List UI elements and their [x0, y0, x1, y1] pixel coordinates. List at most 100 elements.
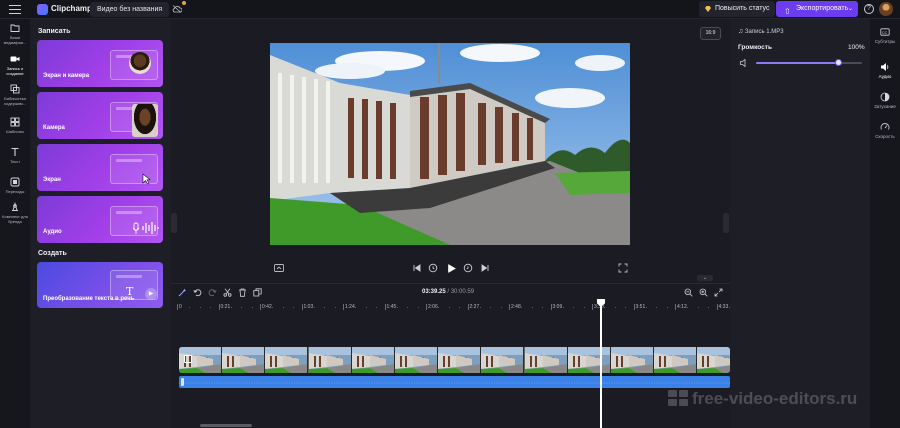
play-icon: ▶: [145, 288, 157, 300]
sidebar-item-templates[interactable]: Шаблоны: [0, 117, 30, 134]
sidebar-item-transitions[interactable]: Переходы: [0, 177, 30, 194]
collapse-timeline-icon[interactable]: ⌄: [697, 275, 713, 281]
app-name: Clipchamp: [51, 4, 92, 13]
ruler-tick-label: 2:06: [428, 304, 438, 310]
sidebar-item-text[interactable]: Текст: [0, 147, 30, 164]
camera-card[interactable]: Камера: [37, 92, 163, 139]
record-create-panel: Записать Экран и камера Камера Экран Ауд…: [30, 19, 171, 428]
ruler-minor-tick: [324, 307, 326, 308]
top-bar: Clipchamp Видео без названия Повысить ст…: [0, 0, 900, 19]
trash-icon[interactable]: [238, 288, 247, 297]
ruler-minor-tick: [334, 307, 336, 308]
right-panel-collapse-handle[interactable]: [723, 213, 729, 233]
video-thumbnail: [438, 347, 482, 373]
forward-5s-icon[interactable]: [463, 263, 473, 273]
sidebar-item-content-library[interactable]: Библиотека содержим...: [0, 84, 30, 106]
timeline-ruler[interactable]: 0 0:21 0:42 1:03 1:24 1:45 2:06 2:27 2:48 3:09 3:3…: [171, 301, 730, 315]
timeline-scrollbar[interactable]: [200, 424, 252, 427]
tab-fade[interactable]: Затухание: [870, 92, 900, 109]
scissors-icon[interactable]: [223, 288, 232, 297]
volume-slider-handle[interactable]: [835, 59, 843, 66]
menu-icon[interactable]: [9, 5, 21, 14]
left-panel-collapse-handle[interactable]: [171, 213, 177, 233]
ruler-tick-label: 1:03: [303, 304, 314, 310]
export-button[interactable]: ⇧ Экспортировать ⌄: [776, 1, 858, 17]
ruler-minor-tick: [459, 307, 461, 308]
sidebar-item-media[interactable]: Ваши медиафаи...: [0, 23, 30, 45]
ruler-tick-label: 4:33: [718, 304, 729, 310]
ruler-minor-tick: [708, 307, 710, 308]
ruler-minor-tick: [272, 307, 274, 308]
ruler-minor-tick: [417, 307, 419, 308]
ruler-minor-tick: [376, 307, 378, 308]
fullscreen-icon[interactable]: [618, 263, 628, 273]
cloud-sync-icon[interactable]: [172, 5, 182, 13]
duplicate-icon[interactable]: [253, 288, 262, 297]
screen-card[interactable]: Экран: [37, 144, 163, 191]
ruler-tick-mark: [384, 304, 386, 310]
audio-card[interactable]: Аудио: [37, 196, 163, 243]
tab-label: Затухание: [874, 104, 896, 109]
rewind-5s-icon[interactable]: [428, 263, 438, 273]
upgrade-label: Повысить статус: [715, 5, 770, 12]
sidebar-item-record[interactable]: Запись и создание: [0, 54, 30, 76]
help-icon[interactable]: ?: [864, 4, 874, 14]
ruler-minor-tick: [241, 307, 243, 308]
ruler-minor-tick: [573, 307, 575, 308]
upload-icon: ⇧: [784, 7, 791, 16]
diamond-icon: [705, 6, 711, 12]
sidebar-item-label: Библиотека содержим...: [4, 96, 26, 106]
zoom-in-icon[interactable]: [699, 288, 708, 297]
tab-label: Аудио: [878, 74, 892, 79]
ruler-tick-mark: [467, 304, 469, 310]
tab-captions[interactable]: CC Субтитры: [870, 27, 900, 44]
record-icon: [10, 56, 20, 62]
speaker-icon[interactable]: [740, 59, 749, 67]
playhead[interactable]: [600, 300, 602, 428]
fit-timeline-icon[interactable]: [714, 288, 723, 297]
volume-slider[interactable]: [756, 59, 862, 66]
ruler-minor-tick: [542, 307, 544, 308]
tab-speed[interactable]: Скорость: [870, 122, 900, 139]
text-to-speech-card[interactable]: T ▶ Преобразование текста в речь: [37, 262, 163, 308]
sidebar-item-label: Ваши медиафаи...: [3, 35, 27, 45]
avatar[interactable]: [879, 2, 893, 16]
sidebar-item-label: Шаблоны: [6, 129, 24, 134]
properties-panel: ♫ Запись 1.MP3 Громкость 100%: [730, 19, 870, 428]
project-name-field[interactable]: Видео без названия: [90, 2, 170, 17]
clipchamp-logo: [37, 4, 48, 15]
video-thumbnail: [481, 347, 525, 373]
play-icon[interactable]: [446, 263, 457, 274]
redo-icon[interactable]: [208, 288, 217, 297]
sidebar-item-label: Запись и создание: [6, 66, 24, 76]
captions-icon: CC: [880, 28, 890, 36]
zoom-out-icon[interactable]: [684, 288, 693, 297]
undo-icon[interactable]: [193, 288, 202, 297]
export-label: Экспортировать: [796, 5, 849, 12]
ruler-minor-tick: [479, 307, 481, 308]
skip-back-icon[interactable]: [412, 263, 422, 273]
screen-and-camera-card[interactable]: Экран и камера: [37, 40, 163, 87]
screenshot-icon[interactable]: [274, 263, 284, 273]
ruler-tick-mark: [592, 304, 593, 310]
tab-label: Скорость: [875, 134, 895, 139]
upgrade-button[interactable]: Повысить статус: [699, 1, 776, 17]
magic-icon[interactable]: [178, 288, 187, 297]
ruler-minor-tick: [293, 307, 295, 308]
audio-clip-trim-handle[interactable]: [181, 378, 184, 386]
transitions-icon: [10, 177, 20, 187]
video-preview[interactable]: [270, 43, 630, 245]
aspect-ratio-button[interactable]: 16:9: [700, 27, 721, 40]
sidebar-item-label: Текст: [9, 159, 21, 164]
audio-clip[interactable]: [179, 376, 730, 388]
sidebar-item-label: Переходы: [5, 189, 25, 194]
microphone-waveform-icon: [133, 222, 159, 234]
video-clip[interactable]: [179, 347, 730, 373]
timecode: 03:39.25 / 30:00.59: [422, 289, 474, 295]
sidebar-item-brand-kit[interactable]: Комплект для бренда: [0, 202, 30, 224]
ruler-minor-tick: [697, 307, 699, 308]
tab-audio[interactable]: Аудио: [870, 58, 900, 82]
ruler-tick-label: 1:24: [345, 304, 355, 310]
skip-forward-icon[interactable]: [480, 263, 490, 273]
ruler-tick-mark: [301, 304, 303, 310]
